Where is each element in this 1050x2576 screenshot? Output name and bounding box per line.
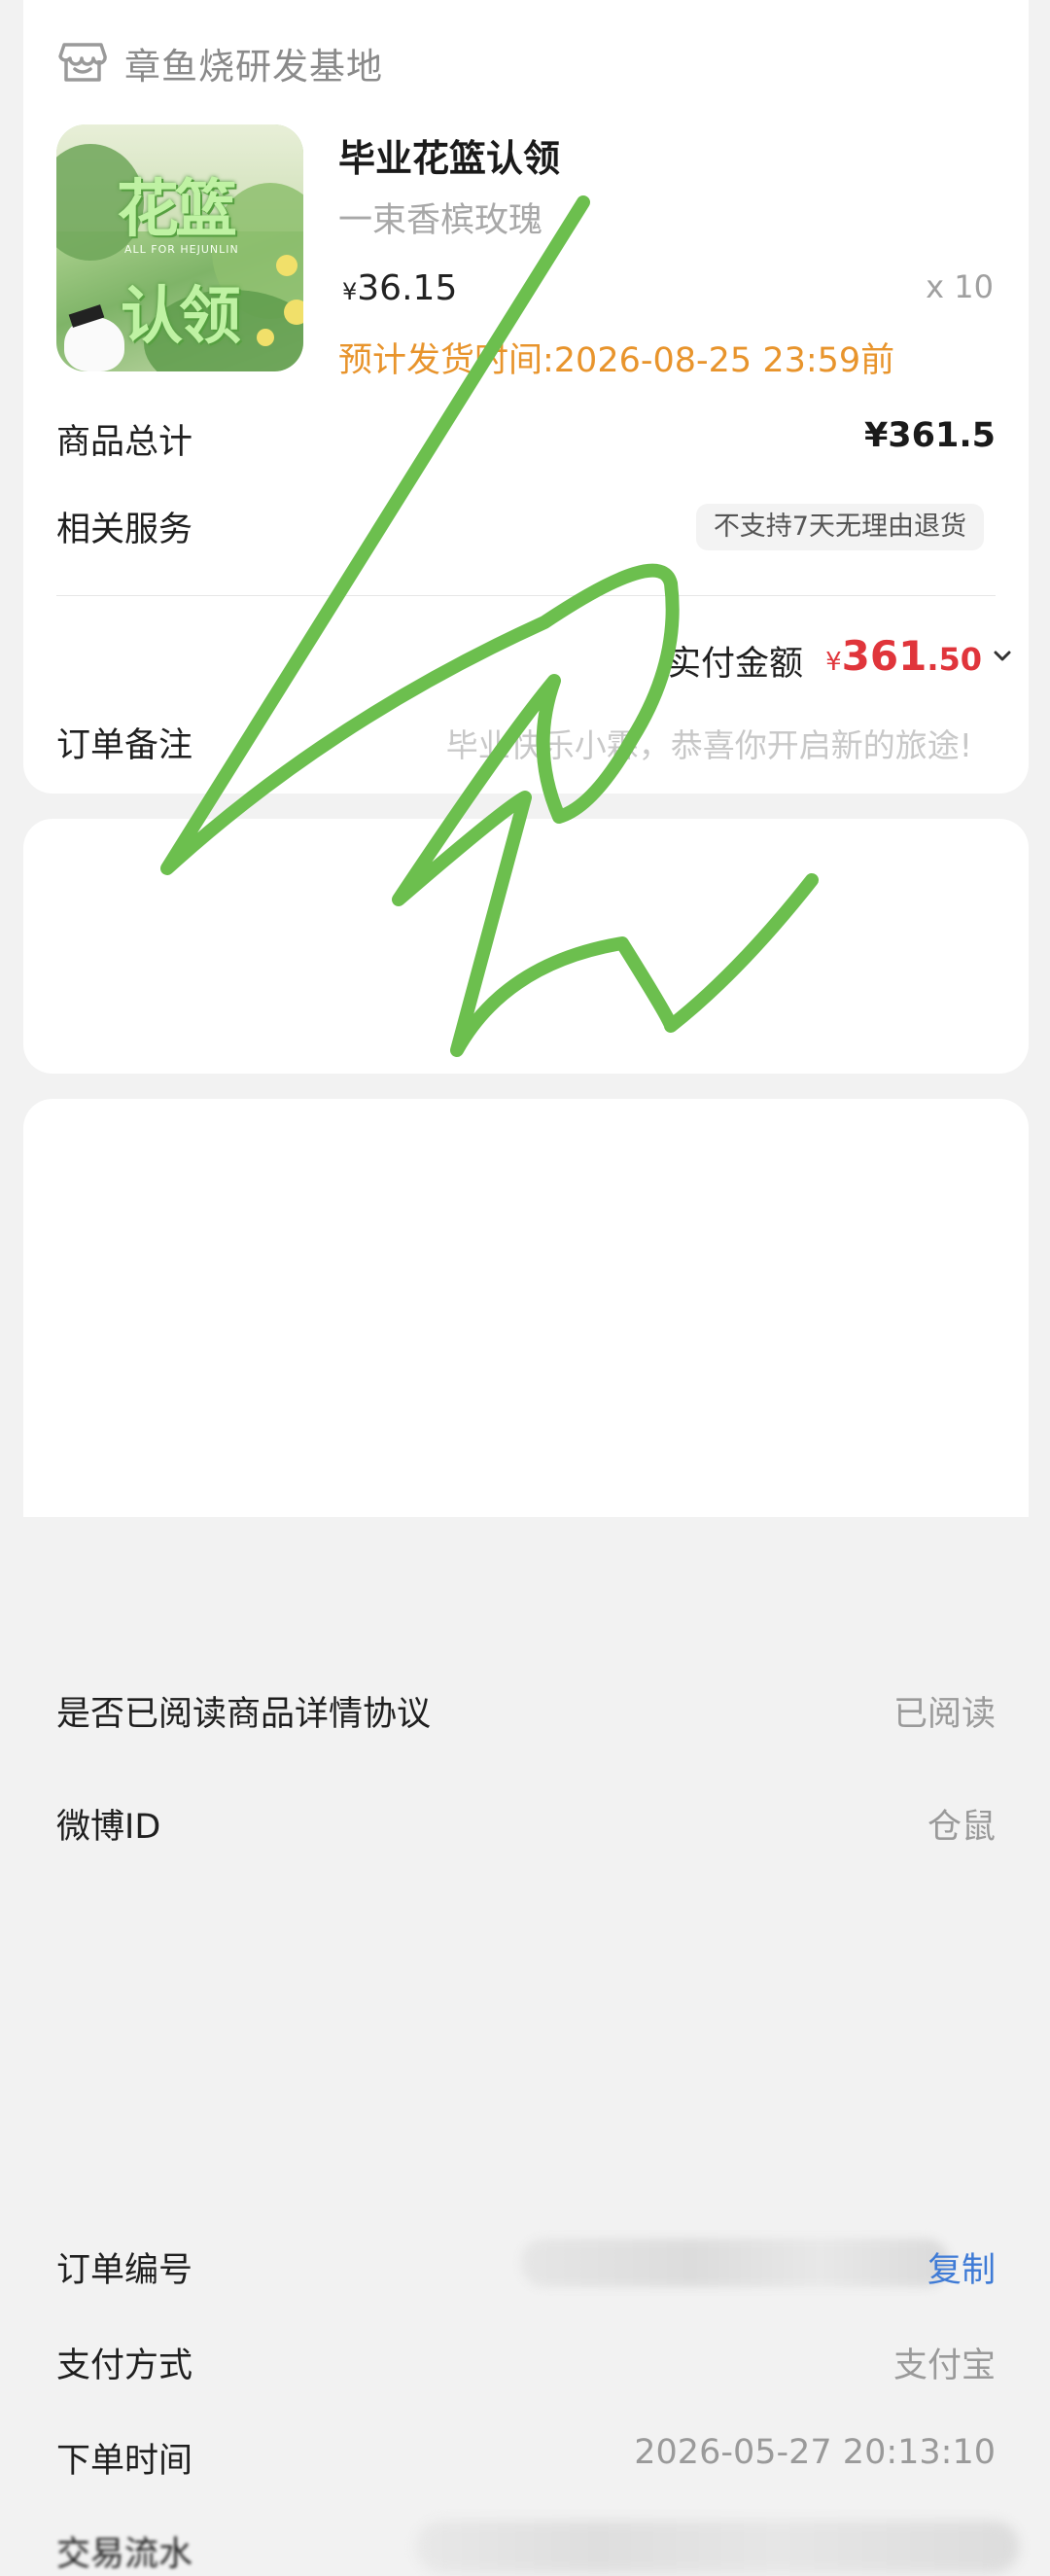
paid-currency: ¥ bbox=[825, 648, 842, 677]
paid-dec: .50 bbox=[927, 641, 982, 678]
service-label: 相关服务 bbox=[56, 511, 193, 549]
paid-int: 361 bbox=[841, 632, 928, 680]
total-label: 商品总计 bbox=[56, 423, 193, 462]
product-thumbnail[interactable]: 花篮 ALL FOR HEJUNLIN 认领 bbox=[56, 124, 303, 371]
order-info-card: 订单编号 复制 支付方式 支付宝 下单时间 2026-05-27 20:13:1… bbox=[23, 1099, 1029, 2574]
order-time-value: 2026-05-27 20:13:10 bbox=[634, 2433, 996, 2472]
agreement-read-value: 已阅读 bbox=[892, 1695, 996, 1734]
product-variant: 一束香槟玫瑰 bbox=[338, 201, 543, 240]
thumbnail-title-line1: 花篮 bbox=[117, 173, 237, 246]
chevron-down-icon[interactable] bbox=[990, 644, 1015, 669]
extra-info-card: 是否已阅读商品详情协议 已阅读 微博ID 仓鼠 bbox=[23, 819, 1029, 1847]
transaction-flow-label: 交易流水 bbox=[56, 2535, 193, 2574]
weibo-id-label: 微博ID bbox=[56, 1808, 161, 1847]
weibo-id-value: 仓鼠 bbox=[927, 1808, 996, 1847]
paid-amount[interactable]: ¥361.50 bbox=[825, 632, 982, 680]
ship-time: 预计发货时间:2026-08-25 23:59前 bbox=[338, 341, 895, 380]
agreement-read-label: 是否已阅读商品详情协议 bbox=[56, 1695, 432, 1734]
service-badge[interactable]: 不支持7天无理由退货 bbox=[695, 504, 984, 550]
thumbnail-subtitle: ALL FOR HEJUNLIN bbox=[124, 243, 239, 256]
storefront-icon bbox=[58, 43, 107, 82]
price-value: 36.15 bbox=[357, 268, 458, 308]
shop-name[interactable]: 章鱼烧研发基地 bbox=[124, 37, 383, 89]
payment-method-value: 支付宝 bbox=[892, 2347, 996, 2385]
product-price: ¥36.15 bbox=[342, 268, 457, 308]
divider bbox=[56, 595, 996, 596]
product-title[interactable]: 毕业花篮认领 bbox=[338, 128, 560, 182]
transaction-flow-redacted bbox=[416, 2521, 1019, 2573]
paid-label: 实付金额 bbox=[666, 645, 803, 684]
order-product-card: 章鱼烧研发基地 花篮 ALL FOR HEJUNLIN 认领 毕业花篮认领 一束… bbox=[23, 0, 1029, 794]
price-currency: ¥ bbox=[342, 278, 358, 305]
order-time-label: 下单时间 bbox=[56, 2442, 193, 2481]
note-label: 订单备注 bbox=[56, 726, 193, 765]
copy-button[interactable]: 复制 bbox=[928, 2242, 996, 2292]
order-number-label: 订单编号 bbox=[56, 2251, 193, 2290]
order-number-redacted bbox=[521, 2239, 949, 2287]
note-value: 毕业快乐小霖，恭喜你开启新的旅途! bbox=[445, 726, 972, 764]
product-quantity: x 10 bbox=[926, 268, 994, 305]
total-value: ¥361.5 bbox=[863, 416, 996, 455]
thumbnail-title-line2: 认领 bbox=[121, 280, 241, 353]
payment-method-label: 支付方式 bbox=[56, 2347, 193, 2385]
